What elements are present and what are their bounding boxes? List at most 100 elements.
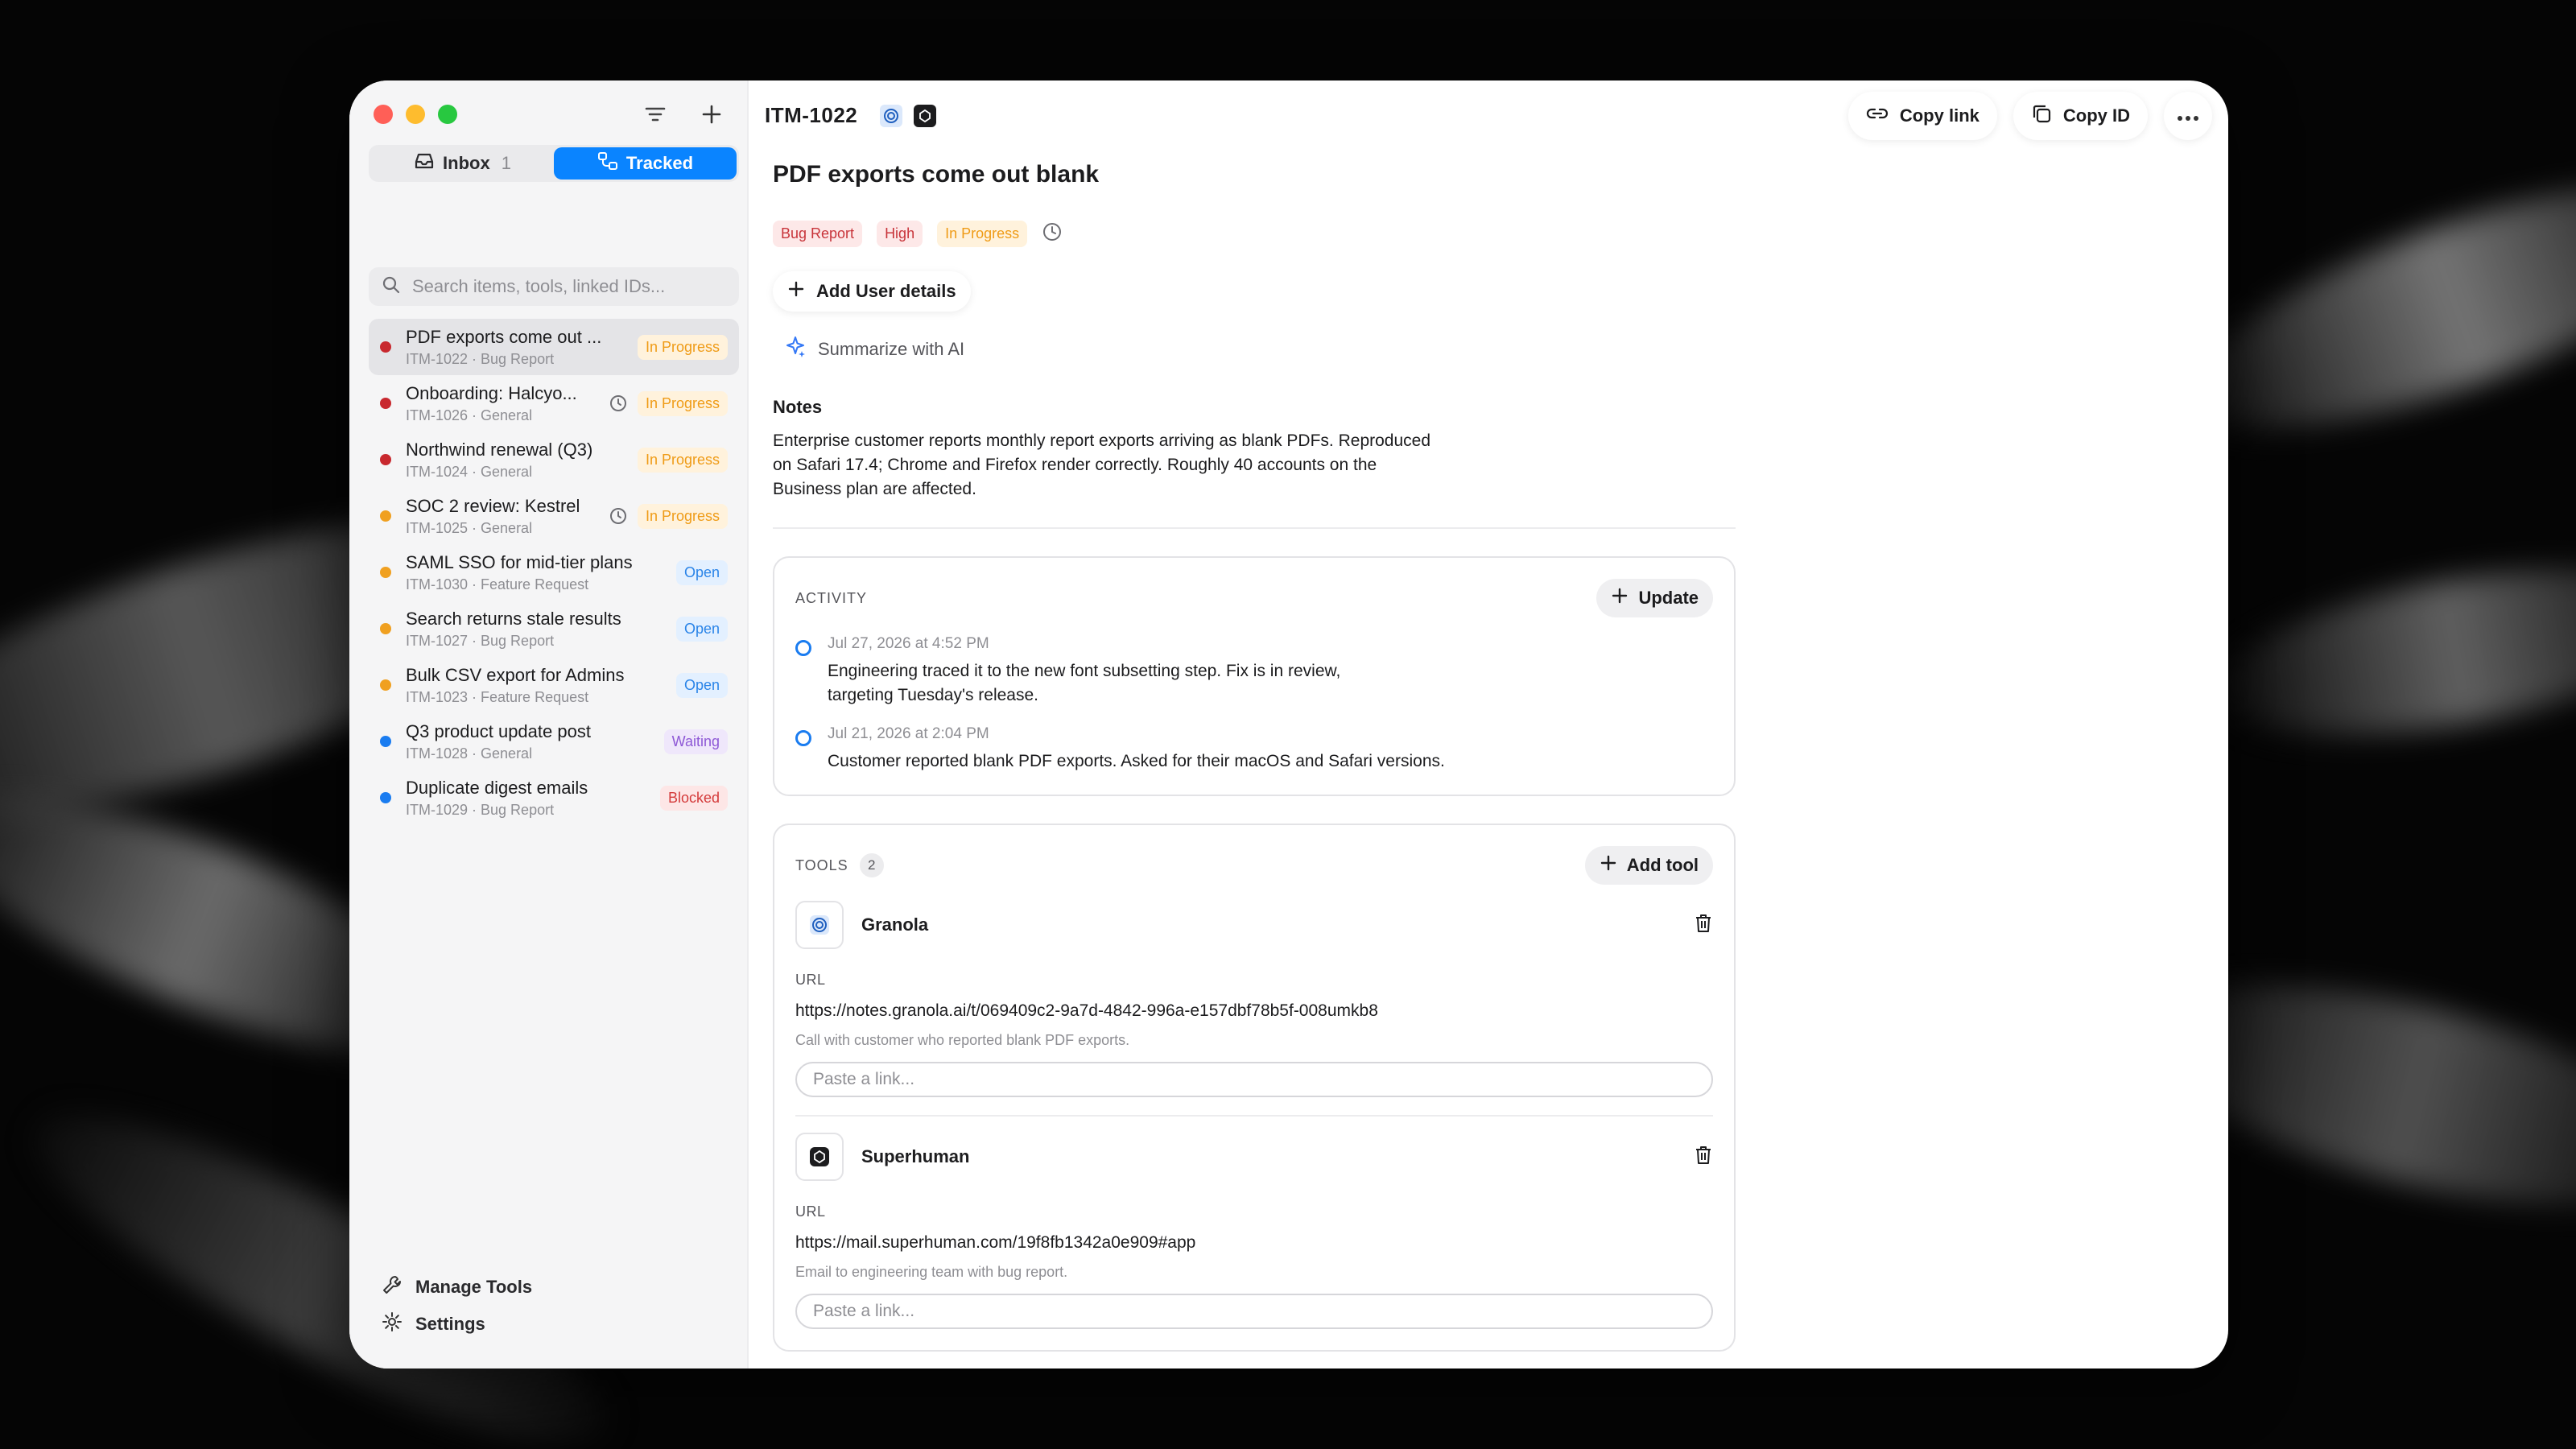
timeline-dot (795, 730, 811, 746)
divider (773, 527, 1736, 529)
status-badge: In Progress (637, 390, 728, 416)
granola-icon[interactable] (880, 104, 903, 127)
list-item-meta: ITM-1029 · Bug Report (406, 801, 555, 818)
list-item[interactable]: PDF exports come out ... ITM-1022 · Bug … (369, 319, 739, 375)
paste-link-input[interactable] (813, 1070, 1695, 1089)
list-item[interactable]: Northwind renewal (Q3) ITM-1024 · Genera… (369, 431, 739, 488)
trash-icon[interactable] (1694, 913, 1713, 938)
filter-icon[interactable] (641, 100, 670, 129)
close-window-button[interactable] (374, 105, 393, 124)
add-user-details-label: Add User details (816, 281, 956, 301)
view-segmented-control: Inbox 1 Tracked (369, 145, 739, 182)
priority-dot (380, 736, 391, 747)
tab-tracked[interactable]: Tracked (554, 147, 737, 180)
list-item-type: General (481, 745, 533, 762)
add-tool-label: Add tool (1626, 855, 1699, 875)
summarize-ai-label: Summarize with AI (818, 339, 965, 359)
settings-link[interactable]: Settings (382, 1306, 532, 1343)
paste-link-field[interactable] (795, 1062, 1713, 1097)
priority-chip[interactable]: High (877, 221, 923, 247)
list-item-meta: ITM-1025 · General (406, 519, 533, 536)
search-input[interactable] (412, 276, 726, 297)
plus-icon (787, 280, 805, 303)
list-item-type: Feature Request (481, 688, 589, 705)
list-item-id: ITM-1030 (406, 576, 469, 592)
wrench-icon (382, 1274, 402, 1300)
tools-card: TOOLS 2 Add tool Granola URL https://not… (773, 824, 1736, 1352)
type-chip[interactable]: Bug Report (773, 221, 863, 247)
minimize-window-button[interactable] (406, 105, 425, 124)
activity-entry: Jul 27, 2026 at 4:52 PM Engineering trac… (795, 635, 1713, 708)
add-user-details-button[interactable]: Add User details (773, 271, 971, 312)
priority-dot (380, 679, 391, 691)
clock-icon (609, 394, 628, 413)
url-label: URL (795, 972, 826, 988)
clock-icon[interactable] (1042, 221, 1063, 246)
tab-inbox-label: Inbox (443, 153, 490, 173)
superhuman-logo-icon (795, 1133, 844, 1181)
detail-content: PDF exports come out blank Bug Report Hi… (773, 161, 1736, 1352)
list-item[interactable]: Duplicate digest emails ITM-1029 · Bug R… (369, 770, 739, 826)
paste-link-input[interactable] (813, 1302, 1695, 1321)
status-badge: Open (675, 559, 728, 585)
priority-dot (380, 398, 391, 409)
activity-entry-body: Jul 21, 2026 at 2:04 PM Customer reporte… (828, 725, 1445, 774)
list-item-id: ITM-1022 (406, 350, 469, 367)
notes-heading: Notes (773, 397, 823, 417)
manage-tools-label: Manage Tools (415, 1277, 533, 1297)
copy-id-button[interactable]: Copy ID (2013, 92, 2148, 140)
priority-dot (380, 623, 391, 634)
trash-icon[interactable] (1694, 1145, 1713, 1170)
status-badge: Blocked (659, 785, 728, 811)
zoom-window-button[interactable] (438, 105, 457, 124)
more-options-button[interactable] (2164, 92, 2212, 140)
list-item-title: Search returns stale results (406, 608, 621, 629)
list-item[interactable]: Onboarding: Halcyo... ITM-1026 · General… (369, 375, 739, 431)
list-item-title: Onboarding: Halcyo... (406, 382, 577, 403)
search-box[interactable] (369, 267, 739, 306)
status-badge: Waiting (663, 729, 728, 754)
list-item-meta: ITM-1027 · Bug Report (406, 632, 555, 649)
header-actions: Copy link Copy ID (1847, 92, 2212, 140)
manage-tools-link[interactable]: Manage Tools (382, 1269, 532, 1306)
tools-heading-group: TOOLS 2 (795, 853, 884, 877)
update-button[interactable]: Update (1596, 579, 1713, 617)
summarize-ai-button[interactable]: Summarize with AI (784, 336, 1736, 363)
list-item[interactable]: Search returns stale results ITM-1027 · … (369, 601, 739, 657)
status-badge: Open (675, 616, 728, 642)
list-item-meta: ITM-1028 · General (406, 745, 533, 762)
tab-inbox[interactable]: Inbox 1 (371, 147, 554, 180)
list-item[interactable]: SAML SSO for mid-tier plans ITM-1030 · F… (369, 544, 739, 601)
granola-logo-icon (795, 901, 844, 949)
list-item-text: Northwind renewal (Q3) ITM-1024 · Genera… (406, 440, 638, 481)
link-icon (1866, 105, 1889, 126)
list-item[interactable]: Bulk CSV export for Admins ITM-1023 · Fe… (369, 657, 739, 713)
list-item-type: Bug Report (481, 632, 555, 649)
tool-url[interactable]: https://mail.superhuman.com/19f8fb1342a0… (795, 1233, 1713, 1253)
tool-url[interactable]: https://notes.granola.ai/t/069409c2-9a7d… (795, 1001, 1713, 1021)
ellipsis-icon (2177, 105, 2199, 126)
detail-pane: ITM-1022 Copy link Copy ID PDF exports c… (749, 80, 2228, 1368)
status-chip[interactable]: In Progress (937, 221, 1028, 247)
list-item[interactable]: Q3 product update post ITM-1028 · Genera… (369, 713, 739, 770)
superhuman-icon[interactable] (914, 104, 937, 127)
list-item-meta: ITM-1024 · General (406, 463, 533, 480)
list-item-text: PDF exports come out ... ITM-1022 · Bug … (406, 327, 638, 368)
item-id: ITM-1022 (765, 103, 858, 127)
list-item-title: Northwind renewal (Q3) (406, 439, 593, 460)
tool-description: Email to engineering team with bug repor… (795, 1264, 1068, 1280)
list-item[interactable]: SOC 2 review: Kestrel ITM-1025 · General… (369, 488, 739, 544)
priority-dot (380, 510, 391, 522)
copy-link-button[interactable]: Copy link (1847, 92, 1997, 140)
sidebar: Inbox 1 Tracked PDF exports come out ... (349, 80, 749, 1368)
add-item-icon[interactable] (697, 100, 726, 129)
add-tool-button[interactable]: Add tool (1584, 846, 1713, 885)
list-item-text: Bulk CSV export for Admins ITM-1023 · Fe… (406, 665, 676, 706)
paste-link-field[interactable] (795, 1294, 1713, 1329)
tool-description: Call with customer who reported blank PD… (795, 1032, 1130, 1048)
sparkle-icon (784, 336, 807, 363)
settings-label: Settings (415, 1314, 485, 1334)
activity-text: Engineering traced it to the new font su… (828, 662, 1341, 704)
list-item-id: ITM-1027 (406, 632, 469, 649)
list-item-type: General (481, 463, 533, 480)
